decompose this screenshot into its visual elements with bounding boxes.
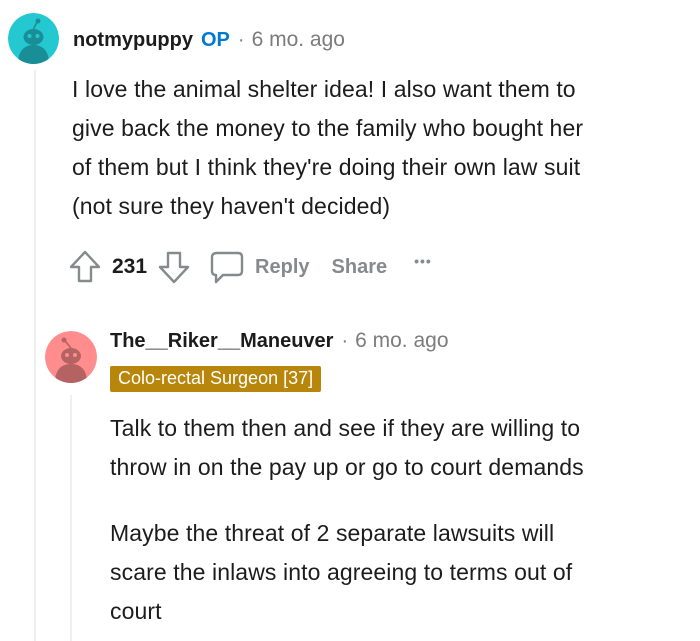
reply-label: Reply [255, 255, 310, 278]
thread-line-reply[interactable] [70, 395, 72, 641]
reply-avatar[interactable] [45, 331, 97, 383]
comment-line: (not sure they haven't decided) [72, 193, 391, 219]
comment-line: I love the animal shelter idea! I also w… [72, 76, 576, 102]
reply-line: throw in on the pay up or go to court de… [110, 454, 584, 480]
vote-count: 231 [112, 255, 148, 278]
chat-bubble-icon [210, 251, 244, 284]
thread-line-comment[interactable] [34, 70, 36, 641]
reply-timestamp[interactable]: 6 mo. ago [355, 329, 448, 353]
arrow-up-icon [69, 250, 101, 283]
reply-button[interactable]: Reply [209, 249, 310, 285]
reply-line: scare the inlaws into agreeing to terms … [110, 559, 573, 585]
avatar[interactable] [8, 13, 59, 64]
reply-body: Talk to them then and see if they are wi… [110, 409, 584, 631]
timestamp[interactable]: 6 mo. ago [252, 28, 345, 52]
reply-meta: The__Riker__Maneuver · 6 mo. ago [110, 329, 449, 353]
reply-line: Maybe the threat of 2 separate lawsuits … [110, 520, 555, 546]
comment-line: give back the money to the family who bo… [72, 115, 584, 141]
username[interactable]: notmypuppy [73, 29, 193, 52]
comment-meta: notmypuppy OP · 6 mo. ago [73, 28, 345, 52]
upvote-button[interactable] [68, 249, 102, 285]
op-badge: OP [201, 29, 230, 51]
user-flair: Colo-rectal Surgeon [37] [110, 366, 322, 392]
meta-separator: · [237, 29, 245, 51]
arrow-down-icon [158, 251, 190, 284]
downvote-button[interactable] [157, 249, 191, 285]
comment-body: I love the animal shelter idea! I also w… [72, 70, 583, 226]
reply-username[interactable]: The__Riker__Maneuver [110, 330, 333, 353]
meta-separator: · [341, 330, 349, 352]
comment-action-bar: 231 Reply Share ••• [68, 248, 432, 286]
reply-line: Talk to them then and see if they are wi… [110, 415, 581, 441]
more-options-button[interactable]: ••• [414, 253, 432, 269]
reply-line: court [110, 598, 162, 624]
snoo-avatar-icon [45, 331, 97, 383]
snoo-avatar-icon [8, 13, 59, 64]
share-button[interactable]: Share [332, 256, 388, 279]
comment-line: of them but I think they're doing their … [72, 154, 581, 180]
